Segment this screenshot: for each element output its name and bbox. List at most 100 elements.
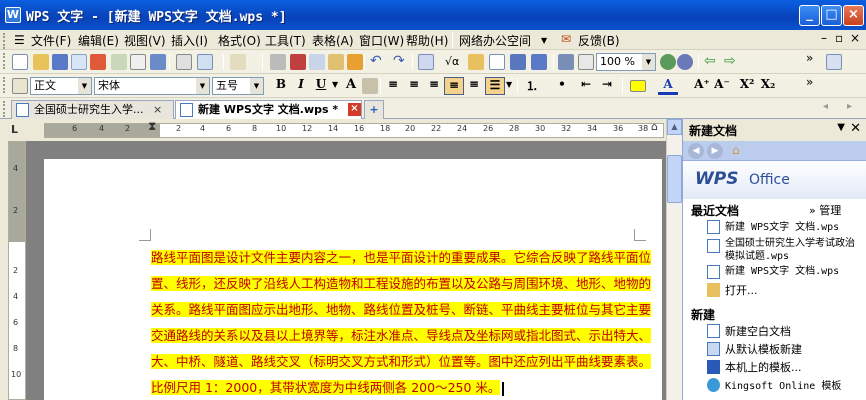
doc-map-icon[interactable] <box>558 54 574 70</box>
tab-scroll-right-icon[interactable]: ▸ <box>847 101 852 112</box>
online-templates-link[interactable]: Kingsoft Online 模板 <box>725 380 841 393</box>
formula-icon[interactable]: √α <box>445 55 459 68</box>
indent-marker-icon[interactable]: ⧗ <box>148 119 156 134</box>
char-border-icon[interactable] <box>362 78 378 94</box>
justify-icon[interactable]: ≡ <box>444 77 464 95</box>
menu-edit[interactable]: 编辑(E) <box>78 32 119 49</box>
underline-button[interactable]: U <box>311 77 331 95</box>
menu-network-office[interactable]: 网络办公空间 <box>459 32 531 49</box>
toolbar-overflow-icon[interactable]: » <box>806 75 813 89</box>
menu-tools[interactable]: 工具(T) <box>265 32 306 49</box>
columns-icon[interactable] <box>510 54 526 70</box>
toolbar-grip[interactable] <box>3 53 6 69</box>
mail-icon[interactable] <box>111 54 127 70</box>
recent-doc-1[interactable]: 新建 WPS文字 文档.wps <box>725 221 839 234</box>
recent-doc-2[interactable]: 全国硕士研究生入学考试政治模拟试题.wps <box>725 237 861 263</box>
menu-file[interactable]: 文件(F) <box>31 32 71 49</box>
menu-insert[interactable]: 插入(I) <box>171 32 208 49</box>
output-pdf-icon[interactable] <box>90 54 106 70</box>
show-marks-icon[interactable] <box>578 54 594 70</box>
style-pane-icon[interactable] <box>12 78 28 94</box>
menu-window[interactable]: 窗口(W) <box>359 32 404 49</box>
zoom-select[interactable]: 100 % ▼ <box>596 53 656 71</box>
undo-icon[interactable]: ↶ <box>370 53 382 69</box>
new-blank-doc-link[interactable]: 新建空白文档 <box>725 325 791 338</box>
style-select[interactable]: 正文 ▼ <box>30 77 92 95</box>
copy-icon[interactable] <box>309 54 325 70</box>
close-icon[interactable]: ✕ <box>850 121 861 136</box>
drawing-icon[interactable] <box>531 54 547 70</box>
bold-button[interactable]: B <box>271 77 291 95</box>
document-paragraph[interactable]: 路线平面图是设计文件主要内容之一，也是平面设计的重要成果。它综合反映了路线平面位… <box>151 245 652 400</box>
task-pane-icon[interactable] <box>826 54 842 70</box>
highlight-icon[interactable] <box>630 80 646 92</box>
help-circle-icon[interactable] <box>660 54 676 70</box>
print-preview-icon[interactable] <box>197 54 213 70</box>
font-color-button[interactable]: A <box>341 77 361 95</box>
align-right-icon[interactable]: ≡ <box>424 77 444 95</box>
forward-icon[interactable]: ▶ <box>707 143 723 159</box>
manage-link[interactable]: » 管理 <box>809 202 841 218</box>
chevron-down-icon[interactable]: ▼ <box>837 122 845 133</box>
forward-arrow-icon[interactable]: ⇨ <box>724 53 736 69</box>
document-page[interactable]: 路线平面图是设计文件主要内容之一，也是平面设计的重要成果。它综合反映了路线平面位… <box>44 159 662 400</box>
recent-doc-3[interactable]: 新建 WPS文字 文档.wps <box>725 265 839 278</box>
menu-view[interactable]: 视图(V) <box>124 32 166 49</box>
print-preview-icon[interactable] <box>71 54 87 70</box>
tab-document-1[interactable]: 全国硕士研究生入学... × <box>11 100 174 119</box>
vertical-scrollbar[interactable]: ▲ <box>666 119 682 400</box>
scroll-thumb[interactable] <box>667 155 682 203</box>
menu-format[interactable]: 格式(O) <box>218 32 261 49</box>
mdi-minimize-icon[interactable]: – <box>821 31 827 45</box>
align-left-icon[interactable]: ≡ <box>383 77 403 95</box>
minimize-button[interactable]: _ <box>799 5 820 26</box>
bullets-icon[interactable]: • <box>552 77 572 95</box>
toolbar-overflow-icon[interactable]: » <box>806 51 813 65</box>
print-icon[interactable] <box>176 54 192 70</box>
open-link[interactable]: 打开... <box>725 284 758 297</box>
maximize-button[interactable]: □ <box>821 5 842 26</box>
open-folder-icon[interactable] <box>33 54 49 70</box>
traditional-chinese-icon[interactable] <box>230 54 246 70</box>
new-from-default-link[interactable]: 从默认模板新建 <box>725 343 802 356</box>
tab-stop-icon[interactable]: L <box>11 123 18 136</box>
align-center-icon[interactable]: ≡ <box>404 77 424 95</box>
new-tab-button[interactable]: + <box>364 100 384 119</box>
tab-close-icon[interactable]: × <box>153 101 162 119</box>
back-arrow-icon[interactable]: ⇦ <box>704 53 716 69</box>
menu-help[interactable]: 帮助(H) <box>406 32 448 49</box>
home-icon[interactable]: ⌂ <box>732 143 740 157</box>
tab-scroll-left-icon[interactable]: ◂ <box>823 101 828 112</box>
font-select[interactable]: 宋体 ▼ <box>94 77 210 95</box>
shrink-font-icon[interactable]: A⁻ <box>712 77 732 95</box>
mdi-close-icon[interactable]: × <box>850 31 860 45</box>
question-icon[interactable] <box>677 54 693 70</box>
italic-button[interactable]: I <box>291 77 311 95</box>
subscript-icon[interactable]: X₂ <box>758 77 778 95</box>
print-icon[interactable] <box>130 54 146 70</box>
save-icon[interactable] <box>52 54 68 70</box>
format-painter-icon[interactable] <box>270 54 286 70</box>
scroll-up-icon[interactable]: ▲ <box>667 119 682 135</box>
font-size-select[interactable]: 五号 ▼ <box>212 77 264 95</box>
close-button[interactable]: × <box>843 5 864 26</box>
toolbar-grip[interactable] <box>3 33 6 49</box>
export-icon[interactable] <box>150 54 166 70</box>
paste-icon[interactable] <box>328 54 344 70</box>
redo-icon[interactable]: ↷ <box>393 53 405 69</box>
mdi-restore-icon[interactable]: ▫ <box>835 31 843 45</box>
chevron-down-icon[interactable]: ▼ <box>332 80 338 89</box>
chevron-down-icon[interactable]: ▼ <box>541 36 547 45</box>
chevron-down-icon[interactable]: ▼ <box>506 80 512 89</box>
cut-icon[interactable] <box>290 54 306 70</box>
brush-icon[interactable] <box>347 54 363 70</box>
menu-table[interactable]: 表格(A) <box>312 32 354 49</box>
back-icon[interactable]: ◀ <box>688 143 704 159</box>
new-document-icon[interactable] <box>12 54 28 70</box>
insert-table-icon[interactable] <box>489 54 505 70</box>
toolbar-grip[interactable] <box>3 101 6 117</box>
numbering-icon[interactable]: ⒈ <box>522 77 542 95</box>
grow-font-icon[interactable]: A⁺ <box>692 77 712 95</box>
distribute-icon[interactable]: ≡ <box>464 77 484 95</box>
insert-picture-icon[interactable] <box>468 54 484 70</box>
